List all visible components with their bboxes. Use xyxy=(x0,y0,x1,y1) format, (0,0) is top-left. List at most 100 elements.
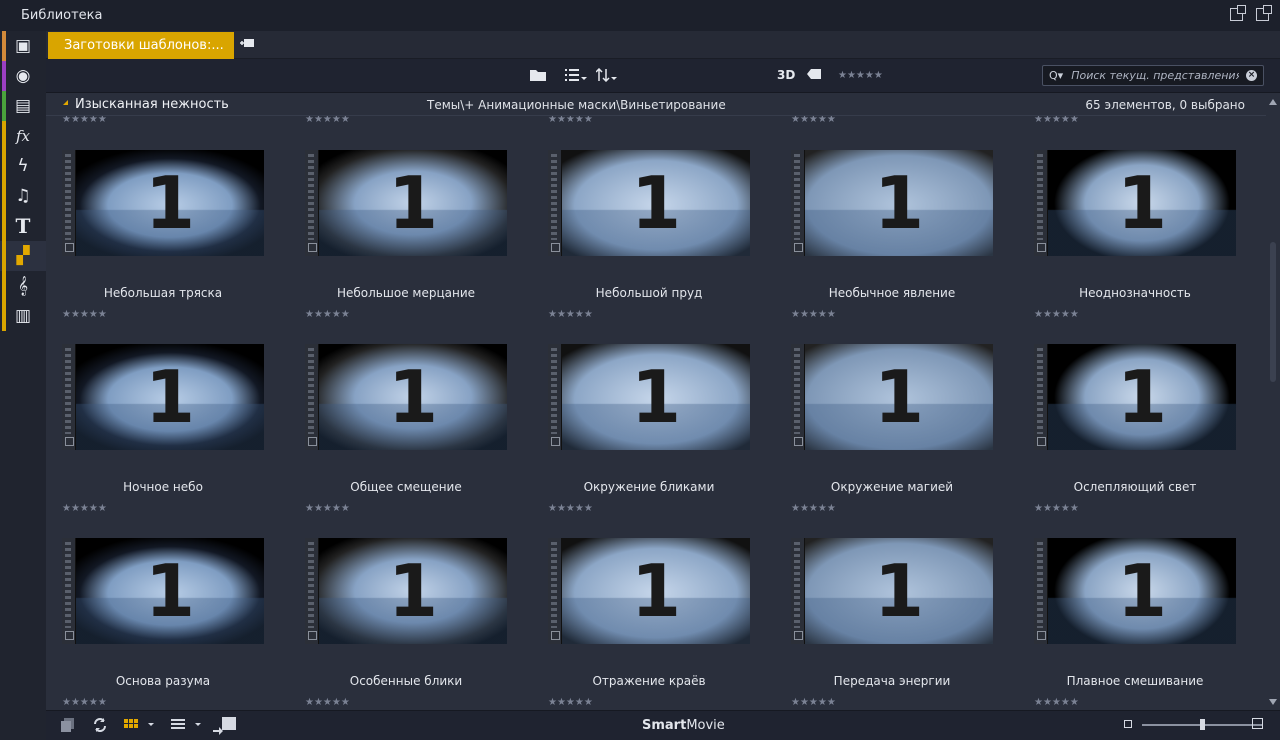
rating-stars[interactable]: ★★★★★ xyxy=(305,116,350,125)
list-item[interactable]: ★★★★★ 1 Необычное явление ★★★★★ xyxy=(775,116,993,320)
template-thumbnail[interactable]: 1 xyxy=(791,150,993,256)
rating-stars[interactable]: ★★★★★ xyxy=(62,116,107,125)
template-thumbnail[interactable]: 1 xyxy=(305,344,507,450)
template-thumbnail[interactable]: 1 xyxy=(62,150,264,256)
rating-stars[interactable]: ★★★★★ xyxy=(791,697,836,708)
rating-stars[interactable]: ★★★★★ xyxy=(548,697,593,708)
tab-templates[interactable]: Заготовки шаблонов:... xyxy=(48,32,234,59)
rating-stars[interactable]: ★★★★★ xyxy=(791,116,836,125)
zoom-slider[interactable] xyxy=(1142,719,1262,730)
countdown-number: 1 xyxy=(630,549,682,633)
template-thumbnail[interactable]: 1 xyxy=(305,538,507,644)
template-thumbnail[interactable]: 1 xyxy=(62,538,264,644)
template-grid: ★★★★★ 1 Небольшая тряска ★★★★★ ★★★★★ 1 Небольш… xyxy=(46,116,1266,710)
restore-window-icon[interactable] xyxy=(1230,5,1246,21)
grid-view-icon[interactable] xyxy=(124,717,154,735)
sidebar-item-title-text[interactable]: T xyxy=(0,211,46,241)
template-thumbnail[interactable]: 1 xyxy=(1034,538,1236,644)
template-thumbnail[interactable]: 1 xyxy=(548,344,750,450)
countdown-number: 1 xyxy=(630,161,682,245)
countdown-number: 1 xyxy=(144,355,196,439)
sidebar-item-box[interactable]: ▣ xyxy=(0,31,46,61)
sidebar-item-film-reel[interactable]: ◉ xyxy=(0,61,46,91)
sidebar-item-piano-keys[interactable]: ▥ xyxy=(0,301,46,331)
list-item[interactable]: ★★★★★ 1 Небольшое мерцание ★★★★★ xyxy=(289,116,507,320)
zoom-out-icon[interactable] xyxy=(1124,720,1132,728)
sidebar-item-photo-stack[interactable]: ▤ xyxy=(0,91,46,121)
item-label: Небольшой пруд xyxy=(595,286,703,300)
rating-filter[interactable]: ★★★★★ xyxy=(838,70,883,81)
refresh-icon[interactable] xyxy=(92,717,108,737)
sidebar-accent-bar xyxy=(2,91,6,121)
template-thumbnail[interactable]: 1 xyxy=(1034,344,1236,450)
template-thumbnail[interactable]: 1 xyxy=(1034,150,1236,256)
list-item[interactable]: 1 Окружение магией ★★★★★ xyxy=(775,310,993,514)
scroll-up-icon[interactable] xyxy=(1269,99,1277,105)
vertical-scrollbar[interactable] xyxy=(1266,94,1280,710)
film-strip-icon xyxy=(305,344,319,450)
list-item[interactable]: 1 Особенные блики ★★★★★ xyxy=(289,504,507,708)
sidebar-item-templates[interactable]: ▞ xyxy=(0,241,46,271)
list-menu-icon[interactable] xyxy=(171,717,203,735)
list-item[interactable]: 1 Общее смещение ★★★★★ xyxy=(289,310,507,514)
sidebar-accent-bar xyxy=(2,301,6,331)
zoom-slider-handle[interactable] xyxy=(1199,719,1205,730)
template-thumbnail[interactable]: 1 xyxy=(548,538,750,644)
list-item[interactable]: 1 Ослепляющий свет ★★★★★ xyxy=(1018,310,1236,514)
sidebar-accent-bar xyxy=(2,61,6,91)
film-strip-icon xyxy=(548,150,562,256)
detach-window-icon[interactable] xyxy=(1256,5,1272,21)
add-tab-icon[interactable] xyxy=(239,37,255,51)
rating-stars[interactable]: ★★★★★ xyxy=(305,697,350,708)
countdown-number: 1 xyxy=(387,161,439,245)
send-to-timeline-icon[interactable] xyxy=(213,717,237,739)
search-icon[interactable]: Q▾ xyxy=(1049,69,1063,82)
list-item[interactable]: 1 Отражение краёв ★★★★★ xyxy=(532,504,750,708)
template-thumbnail[interactable]: 1 xyxy=(791,344,993,450)
rating-stars[interactable]: ★★★★★ xyxy=(1034,697,1079,708)
list-item[interactable]: ★★★★★ 1 Неоднозначность ★★★★★ xyxy=(1018,116,1236,320)
list-item[interactable]: 1 Плавное смешивание ★★★★★ xyxy=(1018,504,1236,708)
template-thumbnail[interactable]: 1 xyxy=(62,344,264,450)
scrollbar-thumb[interactable] xyxy=(1270,242,1276,382)
sidebar-item-treble-clef[interactable]: 𝄞 xyxy=(0,271,46,301)
list-item[interactable]: 1 Передача энергии ★★★★★ xyxy=(775,504,993,708)
rating-stars[interactable]: ★★★★★ xyxy=(62,697,107,708)
sidebar-accent-bar xyxy=(2,121,6,151)
rating-stars[interactable]: ★★★★★ xyxy=(1034,116,1079,125)
countdown-number: 1 xyxy=(387,355,439,439)
template-thumbnail[interactable]: 1 xyxy=(791,538,993,644)
list-item[interactable]: ★★★★★ 1 Небольшая тряска ★★★★★ xyxy=(46,116,264,320)
collapse-triangle-icon[interactable] xyxy=(63,100,68,105)
list-item[interactable]: ★★★★★ 1 Небольшой пруд ★★★★★ xyxy=(532,116,750,320)
item-count: 65 элементов, 0 выбрано xyxy=(1085,98,1245,112)
item-label: Основа разума xyxy=(115,674,211,688)
sidebar-item-lightning[interactable]: ϟ xyxy=(0,151,46,181)
group-header[interactable]: Изысканная нежность Темы\+ Анимационные … xyxy=(46,94,1266,116)
tag-icon[interactable] xyxy=(807,68,822,84)
sort-icon[interactable] xyxy=(595,67,618,86)
zoom-in-icon[interactable] xyxy=(1252,718,1263,729)
list-view-icon[interactable] xyxy=(565,68,587,86)
template-thumbnail[interactable]: 1 xyxy=(305,150,507,256)
template-thumbnail[interactable]: 1 xyxy=(548,150,750,256)
film-strip-icon xyxy=(548,344,562,450)
sidebar-item-effects[interactable]: fx xyxy=(0,121,46,151)
effects-icon: fx xyxy=(15,127,30,145)
item-label: Особенные блики xyxy=(349,674,463,688)
sidebar-accent-bar xyxy=(2,31,6,61)
item-label: Плавное смешивание xyxy=(1066,674,1204,688)
scroll-down-icon[interactable] xyxy=(1269,699,1277,705)
item-label: Окружение бликами xyxy=(583,480,715,494)
clear-icon[interactable]: × xyxy=(1246,70,1257,81)
copy-icon[interactable] xyxy=(60,717,76,737)
list-item[interactable]: 1 Основа разума ★★★★★ xyxy=(46,504,264,708)
list-item[interactable]: 1 Ночное небо ★★★★★ xyxy=(46,310,264,514)
rating-stars[interactable]: ★★★★★ xyxy=(548,116,593,125)
folder-icon[interactable] xyxy=(530,68,546,85)
3d-filter[interactable]: 3D xyxy=(777,68,795,82)
list-item[interactable]: 1 Окружение бликами ★★★★★ xyxy=(532,310,750,514)
film-strip-icon xyxy=(548,538,562,644)
sidebar-item-music-note[interactable]: ♫ xyxy=(0,181,46,211)
search-input[interactable] xyxy=(1071,69,1240,82)
